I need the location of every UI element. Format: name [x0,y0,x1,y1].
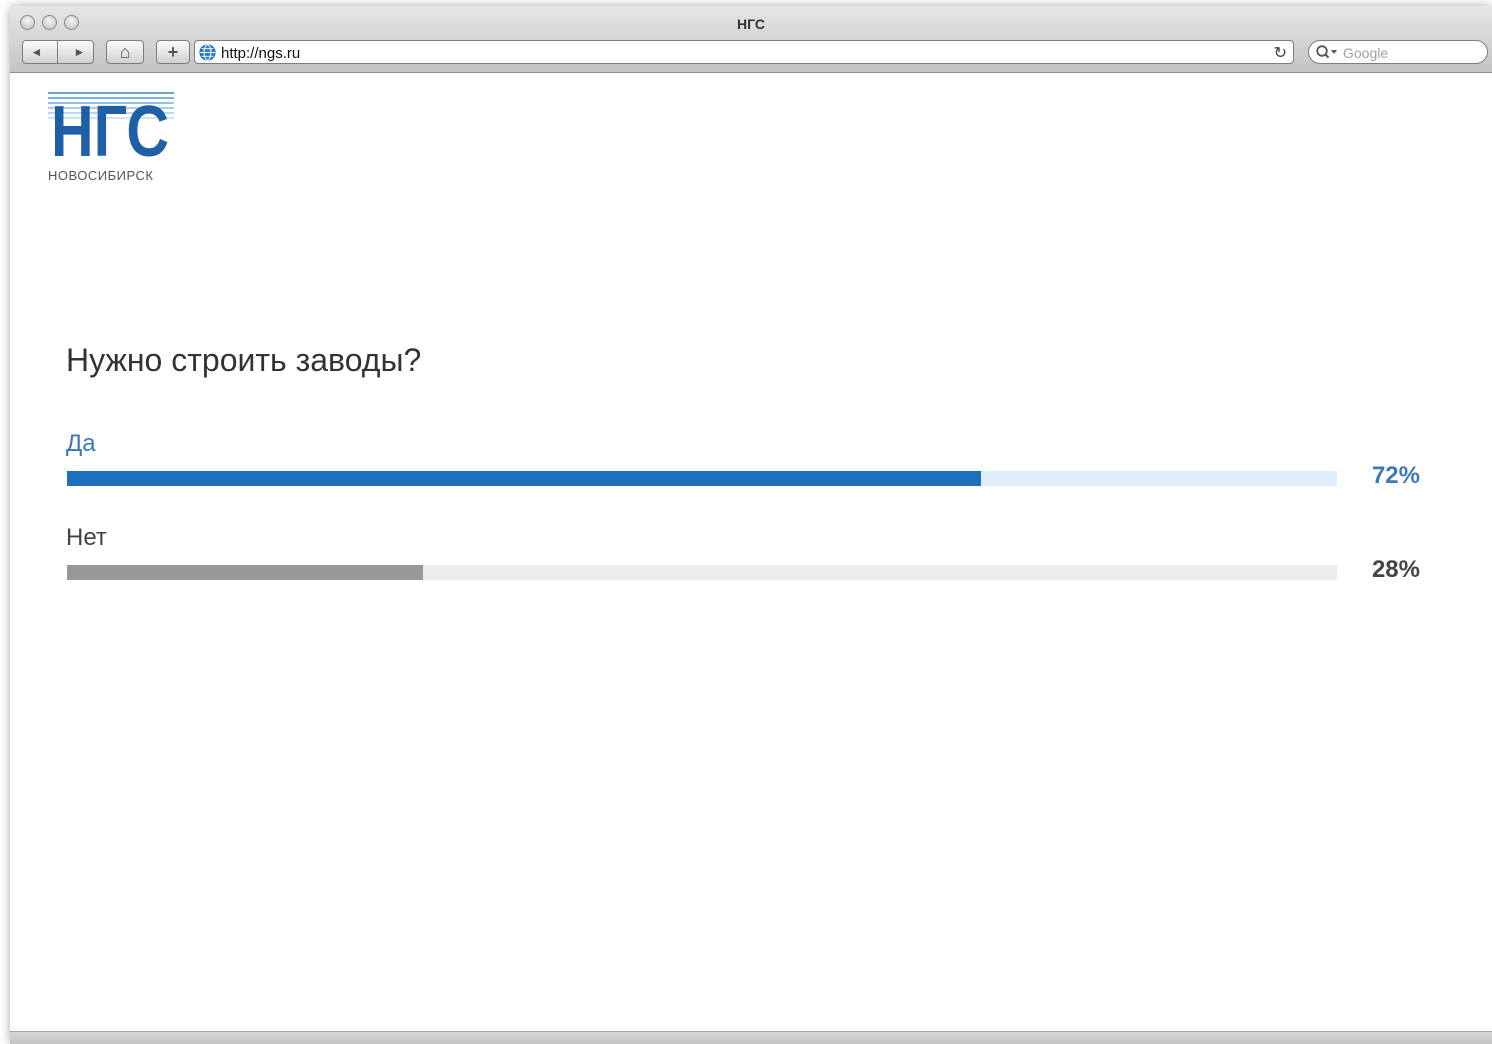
globe-icon [199,44,216,61]
browser-toolbar: НГС ◄ ► ⌂ + http://ngs.ru ↻ Google [10,6,1492,73]
address-bar[interactable]: http://ngs.ru ↻ [194,40,1294,64]
back-forward-control: ◄ ► [22,40,94,64]
result-bar-track [67,565,1337,580]
search-icon [1316,45,1337,59]
search-field[interactable]: Google [1308,40,1488,64]
window-title: НГС [737,16,765,32]
option-label: Да [66,430,96,457]
home-icon: ⌂ [119,41,131,62]
percent-label: 72% [1371,462,1420,489]
add-bookmark-button[interactable]: + [156,40,190,64]
plus-icon: + [167,41,179,62]
ngs-logo[interactable]: НГС [48,90,178,160]
poll-question: Нужно строить заводы? [66,342,422,378]
back-button[interactable]: ◄ [31,45,43,59]
home-button[interactable]: ⌂ [106,40,144,64]
status-bar [10,1031,1492,1044]
url-text: http://ngs.ru [221,45,301,62]
segment-divider [57,41,59,63]
search-placeholder: Google [1343,45,1389,61]
city-label: НОВОСИБИРСК [48,168,154,183]
browser-window: НГС ◄ ► ⌂ + http://ngs.ru ↻ Google НГС Н… [10,6,1492,1044]
option-label: Нет [66,524,107,551]
forward-button[interactable]: ► [74,45,86,59]
result-bar-track [67,471,1337,486]
percent-label: 28% [1371,556,1420,583]
reload-icon[interactable]: ↻ [1274,43,1287,63]
result-bar-fill [67,471,982,486]
logo-wordmark: НГС [51,92,169,160]
result-bar-fill [67,565,423,580]
